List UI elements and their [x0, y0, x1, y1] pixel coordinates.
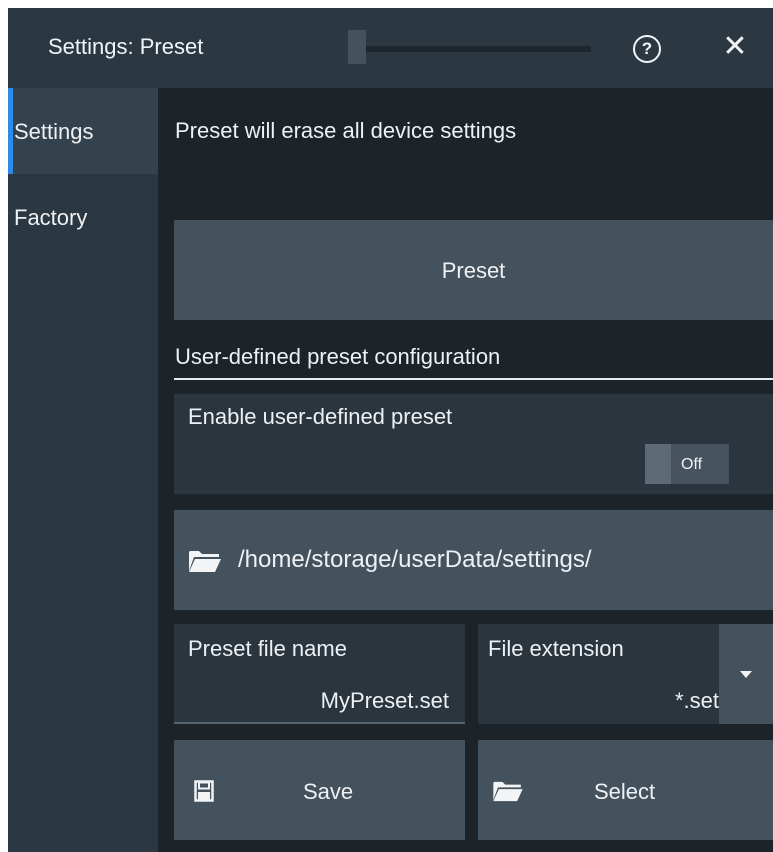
section-title: User-defined preset configuration: [175, 344, 501, 369]
title-bar: Settings: Preset ? ✕: [8, 8, 773, 88]
chevron-down-icon: [740, 671, 752, 678]
enable-user-preset-toggle[interactable]: Off: [645, 444, 729, 484]
preset-button[interactable]: Preset: [174, 220, 773, 320]
storage-path-text: /home/storage/userData/settings/: [238, 546, 592, 573]
storage-path-field[interactable]: /home/storage/userData/settings/: [174, 510, 773, 610]
sidebar-item-settings[interactable]: Settings: [8, 88, 158, 174]
enable-user-preset-row: Enable user-defined preset Off: [174, 394, 773, 494]
sidebar-item-label: Factory: [14, 205, 88, 230]
file-name-field[interactable]: Preset file name MyPreset.set: [174, 624, 465, 724]
file-extension-label: File extension: [488, 636, 624, 661]
save-button-label: Save: [303, 779, 354, 804]
enable-user-preset-label: Enable user-defined preset: [188, 404, 453, 429]
transparency-slider-handle[interactable]: [348, 30, 366, 64]
settings-preset-dialog: Settings: Preset ? ✕ Settings Factory Pr…: [8, 8, 773, 852]
toggle-knob: [645, 444, 671, 484]
close-icon[interactable]: ✕: [720, 30, 750, 64]
dialog-title: Settings: Preset: [48, 34, 204, 59]
sidebar-item-label: Settings: [14, 119, 94, 144]
file-extension-value: *.set: [674, 688, 719, 713]
help-icon[interactable]: ?: [633, 35, 661, 63]
toggle-state-label: Off: [681, 456, 703, 473]
dropdown-button[interactable]: [719, 624, 773, 724]
preset-settings-panel: Preset will erase all device settings Pr…: [158, 88, 773, 852]
save-disk-icon: [194, 780, 214, 802]
preset-button-label: Preset: [441, 258, 506, 283]
section-divider: [174, 378, 773, 380]
sidebar-item-factory[interactable]: Factory: [8, 174, 158, 260]
folder-open-icon: [493, 781, 523, 802]
preset-warning-text: Preset will erase all device settings: [175, 118, 517, 143]
file-extension-select[interactable]: File extension *.set: [478, 624, 773, 724]
file-name-value: MyPreset.set: [320, 688, 449, 713]
save-button[interactable]: Save: [174, 740, 465, 840]
file-name-label: Preset file name: [188, 636, 347, 661]
file-name-underline: [174, 722, 465, 724]
sidebar: Settings Factory: [8, 88, 158, 852]
folder-open-icon: [189, 551, 221, 572]
select-button-label: Select: [594, 779, 656, 804]
transparency-slider-track[interactable]: [348, 46, 591, 52]
select-button[interactable]: Select: [478, 740, 773, 840]
